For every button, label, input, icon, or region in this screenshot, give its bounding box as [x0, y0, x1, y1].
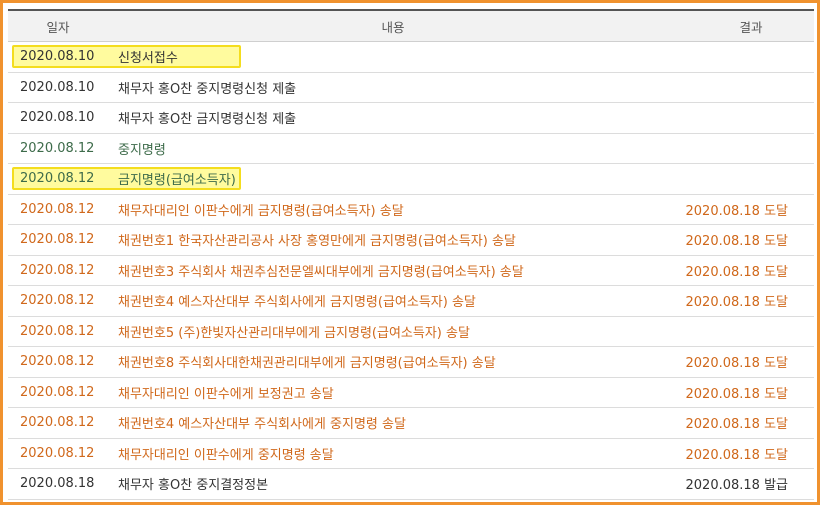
table-row: 2020.08.10 신청서접수 — [8, 42, 814, 73]
table-header: 일자 내용 결과 — [8, 11, 814, 42]
table-row: 2020.08.12 채권번호1 한국자산관리공사 사장 홍영만에게 금지명령(급… — [8, 225, 814, 256]
row-result: 2020.08.18 도달 — [685, 264, 789, 280]
row-content: 채권번호5 (주)한빛자산관리대부에게 금지명령(급여소득자) 송달 — [118, 325, 470, 341]
table-body: 2020.08.10 신청서접수 2020.08.10 채무자 홍O찬 중지명령신청 … — [8, 42, 814, 500]
row-result: 2020.08.18 도달 — [685, 356, 789, 372]
table-row: 2020.08.10 채무자 홍O찬 금지명령신청 제출 — [8, 103, 814, 134]
header-result: 결과 — [739, 19, 763, 35]
row-date: 2020.08.12 — [20, 354, 95, 370]
row-result: 2020.08.18 도달 — [685, 447, 789, 463]
row-content: 금지명령(급여소득자) — [118, 173, 236, 189]
table-row: 2020.08.12 채무자대리인 이판수에게 금지명령(급여소득자) 송달 202… — [8, 195, 814, 225]
row-content: 채권번호4 예스자산대부 주식회사에게 금지명령(급여소득자) 송달 — [118, 295, 476, 311]
row-date: 2020.08.18 — [20, 476, 95, 492]
row-result: 2020.08.18 도달 — [685, 417, 789, 433]
row-result: 2020.08.18 도달 — [685, 295, 789, 311]
table-row: 2020.08.10 채무자 홍O찬 중지명령신청 제출 — [8, 73, 814, 103]
row-date: 2020.08.10 — [20, 110, 95, 126]
row-content: 채무자대리인 이판수에게 보정권고 송달 — [118, 386, 334, 402]
row-date: 2020.08.12 — [20, 262, 95, 278]
row-content: 채권번호3 주식회사 채권추심전문엘씨대부에게 금지명령(급여소득자) 송달 — [118, 264, 524, 280]
case-progress-table: 일자 내용 결과 2020.08.10 신청서접수 2020.08.10 채무자 홍O… — [8, 9, 814, 500]
row-date: 2020.08.12 — [20, 415, 95, 431]
table-row: 2020.08.12 채무자대리인 이판수에게 중지명령 송달 2020.08.18… — [8, 439, 814, 469]
row-content: 채무자대리인 이판수에게 금지명령(급여소득자) 송달 — [118, 203, 404, 219]
row-result: 2020.08.18 도달 — [685, 386, 789, 402]
table-row: 2020.08.18 채무자 홍O찬 중지결정정본 2020.08.18 발급 — [8, 469, 814, 500]
row-result: 2020.08.18 도달 — [685, 203, 789, 219]
row-result: 2020.08.18 도달 — [685, 234, 789, 250]
header-date: 일자 — [46, 19, 70, 35]
row-date: 2020.08.12 — [20, 293, 95, 309]
row-date: 2020.08.10 — [20, 79, 95, 95]
row-date: 2020.08.12 — [20, 201, 95, 217]
table-row: 2020.08.12 채권번호5 (주)한빛자산관리대부에게 금지명령(급여소득자… — [8, 317, 814, 347]
row-content: 채무자 홍O찬 중지명령신청 제출 — [118, 81, 297, 97]
row-date: 2020.08.12 — [20, 140, 95, 156]
row-result: 2020.08.18 발급 — [685, 478, 789, 494]
row-date: 2020.08.10 — [20, 49, 95, 65]
table-row: 2020.08.12 채권번호8 주식회사대한채권관리대부에게 금지명령(급여소득… — [8, 347, 814, 378]
case-progress-frame: 일자 내용 결과 2020.08.10 신청서접수 2020.08.10 채무자 홍O… — [0, 0, 820, 505]
table-row: 2020.08.12 채권번호4 예스자산대부 주식회사에게 금지명령(급여소득자… — [8, 286, 814, 317]
table-row: 2020.08.12 금지명령(급여소득자) — [8, 164, 814, 195]
row-content: 채무자 홍O찬 중지결정정본 — [118, 478, 269, 494]
row-date: 2020.08.12 — [20, 232, 95, 248]
table-row: 2020.08.12 채무자대리인 이판수에게 보정권고 송달 2020.08.18… — [8, 378, 814, 408]
row-content: 채권번호1 한국자산관리공사 사장 홍영만에게 금지명령(급여소득자) 송달 — [118, 234, 516, 250]
header-content: 내용 — [381, 19, 405, 35]
table-row: 2020.08.12 채권번호3 주식회사 채권추심전문엘씨대부에게 금지명령(급… — [8, 256, 814, 286]
row-date: 2020.08.12 — [20, 171, 95, 187]
row-content: 채권번호8 주식회사대한채권관리대부에게 금지명령(급여소득자) 송달 — [118, 356, 496, 372]
row-date: 2020.08.12 — [20, 323, 95, 339]
row-date: 2020.08.12 — [20, 384, 95, 400]
row-content: 채무자 홍O찬 금지명령신청 제출 — [118, 112, 297, 128]
row-date: 2020.08.12 — [20, 445, 95, 461]
row-content: 중지명령 — [118, 142, 166, 158]
table-row: 2020.08.12 채권번호4 예스자산대부 주식회사에게 중지명령 송달 202… — [8, 408, 814, 439]
table-row: 2020.08.12 중지명령 — [8, 134, 814, 164]
row-content: 채무자대리인 이판수에게 중지명령 송달 — [118, 447, 334, 463]
row-content: 신청서접수 — [118, 51, 178, 67]
row-content: 채권번호4 예스자산대부 주식회사에게 중지명령 송달 — [118, 417, 406, 433]
